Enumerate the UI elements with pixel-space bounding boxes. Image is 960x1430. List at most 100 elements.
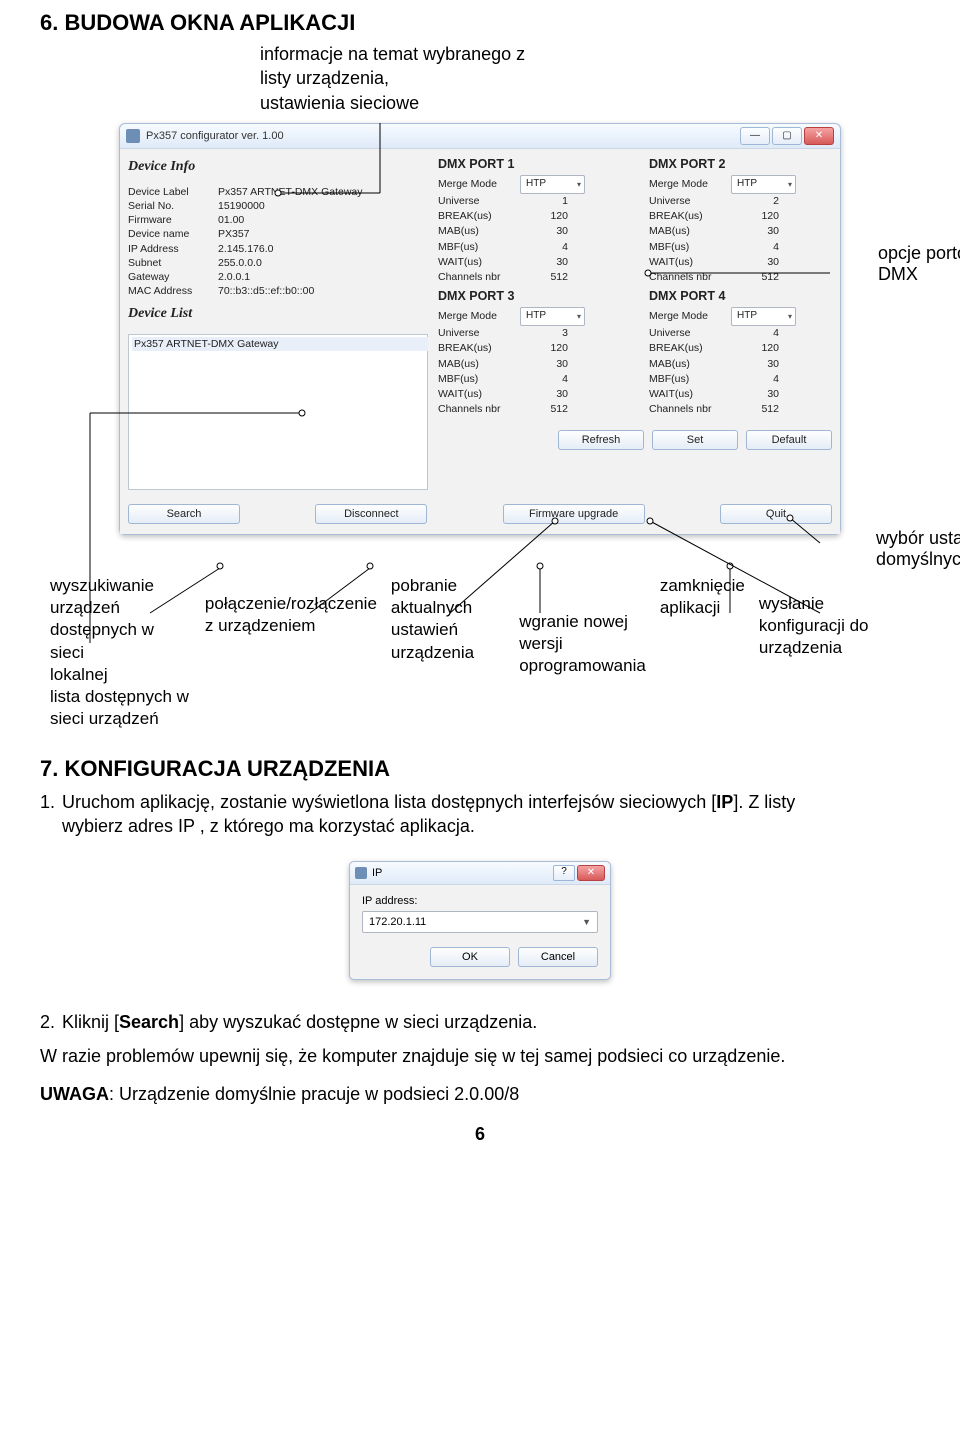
- ip-address-select[interactable]: 172.20.1.11 ▼: [362, 911, 598, 933]
- refresh-button[interactable]: Refresh: [558, 430, 644, 450]
- port-value: 30: [520, 357, 572, 372]
- info-value: 2.0.0.1: [218, 270, 250, 284]
- disconnect-button[interactable]: Disconnect: [315, 504, 427, 524]
- device-info-header: Device Info: [128, 159, 428, 175]
- port-label: MAB(us): [649, 224, 731, 239]
- intro-line2: listy urządzenia,: [260, 66, 920, 90]
- port-label: BREAK(us): [438, 209, 520, 224]
- callout-quit: zamknięcie aplikacji: [660, 575, 759, 685]
- port-label: BREAK(us): [438, 341, 520, 356]
- port-label: WAIT(us): [649, 255, 731, 270]
- port-value: 4: [520, 372, 572, 387]
- port-value: 120: [520, 341, 572, 356]
- port-value: 3: [520, 326, 572, 341]
- port-value: 30: [520, 224, 572, 239]
- quit-button[interactable]: Quit: [720, 504, 832, 524]
- port-label: MAB(us): [438, 357, 520, 372]
- step-2: 2. Kliknij [Search] aby wyszukać dostępn…: [40, 1010, 920, 1034]
- callout-text: wybór ustawień: [876, 528, 960, 550]
- port-value: 512: [520, 270, 572, 285]
- info-value: 15190000: [218, 199, 265, 213]
- window-minimize-button[interactable]: —: [740, 127, 770, 145]
- ip-close-button[interactable]: ✕: [577, 865, 605, 881]
- port-value: 2: [731, 194, 783, 209]
- port-label: MAB(us): [649, 357, 731, 372]
- port-value: 4: [731, 326, 783, 341]
- callout-text: ustawień urządzenia: [391, 619, 505, 663]
- intro-line1: informacje na temat wybranego z: [260, 42, 920, 66]
- port-label: MBF(us): [649, 372, 731, 387]
- callout-text: z urządzeniem: [205, 615, 377, 637]
- ok-button[interactable]: OK: [430, 947, 510, 967]
- callout-device-list: lista dostępnych w sieci urządzeń: [50, 686, 200, 730]
- set-button[interactable]: Set: [652, 430, 738, 450]
- step-text: Uruchom aplikację, zostanie wyświetlona …: [62, 792, 716, 812]
- port-value: 120: [731, 341, 783, 356]
- merge-mode-select[interactable]: HTP: [520, 307, 585, 326]
- app-icon: [355, 867, 367, 879]
- info-label: Serial No.: [128, 199, 218, 213]
- device-list-header: Device List: [128, 306, 428, 322]
- port-value: 30: [520, 255, 572, 270]
- page-number: 6: [40, 1124, 920, 1145]
- callout-connect: połączenie/rozłączenie z urządzeniem: [205, 575, 391, 685]
- port-value: 120: [520, 209, 572, 224]
- step-bold: IP: [716, 792, 733, 812]
- callout-text: zamknięcie: [660, 575, 745, 597]
- port-label: WAIT(us): [649, 387, 731, 402]
- port-value: 512: [520, 402, 572, 417]
- callout-refresh: pobranie aktualnych ustawień urządzenia: [391, 575, 519, 685]
- callout-set: wysłanie konfiguracji do urządzenia: [759, 575, 910, 685]
- default-button[interactable]: Default: [746, 430, 832, 450]
- port-label: Universe: [649, 194, 731, 209]
- port-label: Merge Mode: [438, 177, 520, 192]
- callout-text: wysłanie konfiguracji do: [759, 593, 896, 637]
- firmware-upgrade-button[interactable]: Firmware upgrade: [503, 504, 645, 524]
- port-label: Channels nbr: [438, 402, 520, 417]
- port-value: 30: [731, 255, 783, 270]
- window-title: Px357 configurator ver. 1.00: [146, 130, 740, 142]
- port-label: Universe: [438, 326, 520, 341]
- port-title: DMX PORT 2: [649, 157, 832, 171]
- device-list[interactable]: Px357 ARTNET-DMX Gateway: [128, 334, 428, 490]
- port-value: 30: [731, 224, 783, 239]
- merge-mode-select[interactable]: HTP: [731, 307, 796, 326]
- ip-dialog: IP ? ✕ IP address: 172.20.1.11 ▼ OK Canc…: [349, 861, 611, 980]
- dmx-port-3: DMX PORT 3 Merge ModeHTP Universe3 BREAK…: [438, 289, 621, 417]
- port-label: Channels nbr: [438, 270, 520, 285]
- callout-text: lista dostępnych w: [50, 686, 200, 708]
- callout-text: urządzenia: [759, 637, 896, 659]
- chevron-down-icon: ▼: [582, 917, 591, 927]
- callout-text: wgranie nowej wersji: [519, 611, 646, 655]
- step-text: ] aby wyszukać dostępne w sieci urządzen…: [179, 1012, 537, 1032]
- port-label: MBF(us): [438, 372, 520, 387]
- merge-mode-select[interactable]: HTP: [520, 175, 585, 194]
- port-label: Channels nbr: [649, 402, 731, 417]
- callout-text: sieci urządzeń: [50, 708, 200, 730]
- callout-text: aplikacji: [660, 597, 745, 619]
- ip-value: 172.20.1.11: [369, 916, 426, 928]
- dmx-port-2: DMX PORT 2 Merge ModeHTP Universe2 BREAK…: [649, 157, 832, 285]
- info-label: IP Address: [128, 242, 218, 256]
- step-text: Kliknij [: [62, 1012, 119, 1032]
- port-label: MAB(us): [438, 224, 520, 239]
- uwaga-text: : Urządzenie domyślnie pracuje w podsiec…: [109, 1084, 519, 1104]
- merge-mode-select[interactable]: HTP: [731, 175, 796, 194]
- select-value: HTP: [526, 177, 546, 192]
- device-list-item[interactable]: Px357 ARTNET-DMX Gateway: [132, 337, 428, 351]
- port-title: DMX PORT 3: [438, 289, 621, 303]
- port-value: 4: [520, 240, 572, 255]
- callout-text: oprogramowania: [519, 655, 646, 677]
- callout-text: DMX: [878, 264, 960, 286]
- cancel-button[interactable]: Cancel: [518, 947, 598, 967]
- callout-search: wyszukiwanie urządzeń dostępnych w sieci…: [50, 575, 205, 685]
- info-label: Device name: [128, 227, 218, 241]
- help-button[interactable]: ?: [553, 865, 575, 881]
- uwaga-label: UWAGA: [40, 1084, 109, 1104]
- port-value: 120: [731, 209, 783, 224]
- port-label: Merge Mode: [649, 309, 731, 324]
- search-button[interactable]: Search: [128, 504, 240, 524]
- window-maximize-button[interactable]: ▢: [772, 127, 802, 145]
- window-close-button[interactable]: ✕: [804, 127, 834, 145]
- info-label: Gateway: [128, 270, 218, 284]
